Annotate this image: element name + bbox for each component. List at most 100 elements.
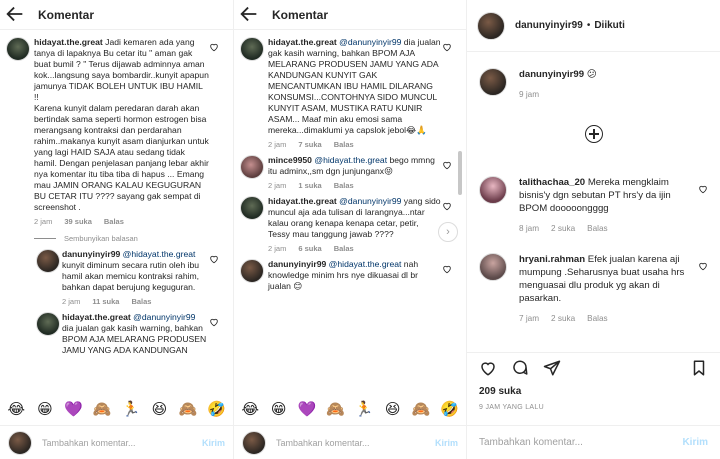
emoji-button[interactable]: 😂 [240,401,260,419]
avatar[interactable] [240,155,264,179]
emoji-button[interactable]: 😆 [149,401,169,419]
emoji-button[interactable]: 🙈 [178,401,198,419]
avatar[interactable] [240,259,264,283]
back-arrow-icon[interactable] [4,3,28,27]
avatar[interactable] [479,253,507,281]
comment-username[interactable]: hidayat.the.great [34,37,103,47]
heart-icon[interactable] [479,359,497,377]
mention-link[interactable]: @hidayat.the.great [123,249,196,259]
avatar[interactable] [240,37,264,61]
avatar[interactable] [36,312,60,336]
emoji-button[interactable]: 💜 [64,401,84,419]
heart-icon[interactable] [442,201,452,211]
like-count[interactable]: 7 suka [298,140,321,149]
follow-button[interactable]: Diikuti [594,20,625,31]
like-count[interactable]: 1 suka [298,181,321,190]
bookmark-icon[interactable] [690,359,708,377]
like-count[interactable]: 11 suka [92,297,119,306]
avatar[interactable] [477,11,505,40]
share-icon[interactable] [543,359,561,377]
reply-button[interactable]: Balas [104,217,124,226]
back-arrow-icon[interactable] [238,3,262,27]
heart-icon[interactable] [209,42,219,52]
heart-icon[interactable] [698,261,708,271]
emoji-button[interactable]: 🤣 [207,401,227,419]
heart-icon[interactable] [209,254,219,264]
comment-input[interactable]: Tambahkan komentar... [42,438,202,448]
avatar[interactable] [240,196,264,220]
like-count[interactable]: 39 suka [64,217,92,226]
comment-text: Jadi kemaren ada yang tanya di lapaknya … [34,37,209,212]
emoji-button[interactable]: 💜 [297,401,317,419]
reply-button[interactable]: Balas [587,224,607,233]
emoji-button[interactable]: 🤣 [440,401,460,419]
comments-header: Komentar [234,0,466,30]
send-button[interactable]: Kirim [435,438,458,448]
post-timestamp: 9 JAM YANG LALU [479,404,544,411]
send-button[interactable]: Kirim [682,437,708,448]
mention-link[interactable]: @hidayat.the.great [314,155,387,165]
comment-username[interactable]: danunyinyir99 [62,249,120,259]
heart-icon[interactable] [442,42,452,52]
emoji-button[interactable]: 🏃 [354,401,374,419]
emoji-button[interactable]: 🙈 [326,401,346,419]
heart-icon[interactable] [209,317,219,327]
heart-icon[interactable] [442,160,452,170]
reply-button[interactable]: Balas [587,314,607,323]
comment-item: hidayat.the.great @danunyinyir99 yang si… [234,190,466,253]
avatar[interactable] [479,176,507,204]
comment-username[interactable]: hidayat.the.great [268,196,337,206]
caption-username[interactable]: danunyinyir99 [519,69,584,80]
reply-button[interactable]: Balas [334,244,354,253]
comments-header: Komentar [0,0,233,30]
comment-time: 2 jam [62,297,81,306]
comment-time: 2 jam [268,181,287,190]
comment-username[interactable]: hidayat.the.great [62,312,131,322]
emoji-button[interactable]: 🏃 [121,401,141,419]
hide-replies-toggle[interactable]: Sembunyikan balasan [0,226,233,243]
mention-link[interactable]: @danunyinyir99 [339,37,401,47]
emoji-button[interactable]: 😁 [269,401,289,419]
emoji-button[interactable]: 🙈 [411,401,431,419]
emoji-button[interactable]: 🙈 [92,401,112,419]
emoji-button[interactable]: 😂 [6,401,26,419]
comment-input[interactable]: Tambahkan komentar... [479,437,682,448]
avatar[interactable] [36,249,60,273]
like-count[interactable]: 2 suka [551,314,575,323]
post-comment-list: talithachaa_20 Mereka mengklaim bisnis'y… [467,168,720,323]
load-more-comments-icon[interactable] [585,125,603,143]
reply-button[interactable]: Balas [131,297,151,306]
avatar[interactable] [479,68,507,96]
mention-link[interactable]: @hidayat.the.great [329,259,402,269]
comment-input[interactable]: Tambahkan komentar... [276,438,435,448]
reply-button[interactable]: Balas [334,140,354,149]
comment-username[interactable]: talithachaa_20 [519,177,585,188]
comment-list[interactable]: hidayat.the.great Jadi kemaren ada yang … [0,31,233,394]
comment-icon[interactable] [511,359,529,377]
reply-button[interactable]: Balas [334,181,354,190]
mention-link[interactable]: @danunyinyir99 [133,312,195,322]
like-count[interactable]: 2 suka [551,224,575,233]
comment-time: 2 jam [34,217,53,226]
comment-username[interactable]: hryani.rahman [519,254,585,265]
like-count[interactable]: 6 suka [298,244,321,253]
comment-composer: Tambahkan komentar... Kirim [0,425,233,459]
send-button[interactable]: Kirim [202,438,225,448]
emoji-button[interactable]: 😁 [35,401,55,419]
comment-username[interactable]: danunyinyir99 [268,259,326,269]
separator-dot: • [586,20,591,31]
avatar[interactable] [6,37,30,61]
emoji-bar: 😂 😁 💜 🙈 🏃 😆 🙈 🤣 [0,398,233,422]
scrollbar[interactable] [458,151,462,195]
like-count[interactable]: 209 suka [479,386,521,397]
comment-username[interactable]: mince9950 [268,155,312,165]
mention-link[interactable]: @danunyinyir99 [339,196,401,206]
heart-icon[interactable] [442,264,452,274]
page-title: Komentar [272,7,329,22]
heart-icon[interactable] [698,184,708,194]
chevron-right-icon[interactable]: › [438,222,458,242]
post-username[interactable]: danunyinyir99 [515,20,583,31]
comment-list[interactable]: hidayat.the.great @danunyinyir99 dia jua… [234,31,466,394]
comment-username[interactable]: hidayat.the.great [268,37,337,47]
emoji-button[interactable]: 😆 [383,401,403,419]
